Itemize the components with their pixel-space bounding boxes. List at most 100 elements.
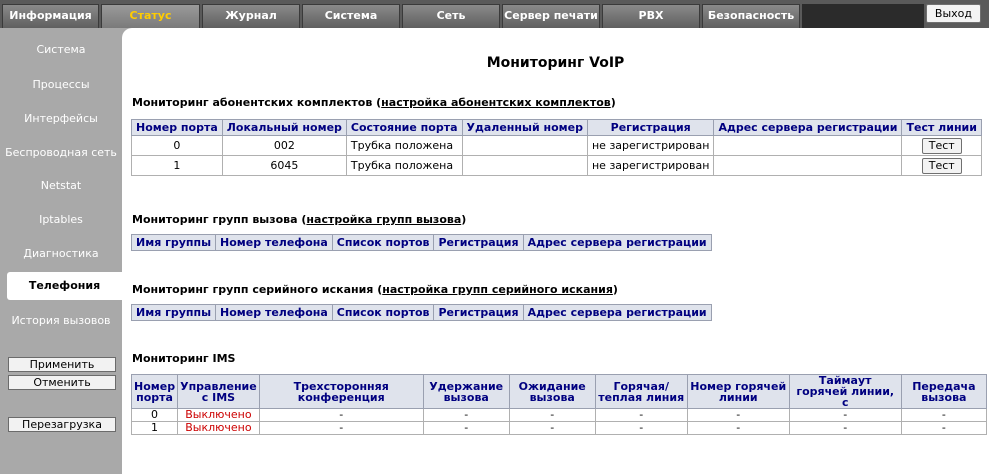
col-port-list: Список портов — [331, 304, 435, 321]
table-header-row: Имя группы Номер телефона Список портов … — [130, 234, 712, 251]
cell-port: 0 — [130, 408, 179, 422]
call-groups-section-title: Мониторинг групп вызова (настройка групп… — [132, 213, 466, 226]
cell-hotline-number: - — [686, 408, 790, 422]
call-groups-settings-link[interactable]: настройка групп вызова — [306, 213, 461, 226]
cell-hotline-timeout: - — [788, 408, 902, 422]
cell-state: Трубка положена — [345, 135, 463, 156]
sidebar-item-telephony[interactable]: Телефония — [7, 272, 122, 300]
cell-remote — [461, 155, 588, 176]
cell-transfer: - — [900, 408, 988, 422]
tab-pbx[interactable]: PBX — [602, 4, 700, 28]
col-group-name: Имя группы — [130, 304, 217, 321]
cell-remote — [461, 135, 588, 156]
col-group-name: Имя группы — [130, 234, 217, 251]
test-line-button[interactable]: Тест — [921, 137, 962, 154]
reboot-button[interactable]: Перезагрузка — [8, 417, 116, 432]
tab-status[interactable]: Статус — [101, 4, 200, 28]
col-three-way-conference: Трехсторонняя конференция — [258, 374, 424, 409]
ims-table: Номер порта Управление с IMS Трехсторонн… — [130, 374, 988, 435]
cancel-button[interactable]: Отменить — [8, 375, 116, 390]
col-call-hold: Удержание вызова — [422, 374, 510, 409]
cell-test: Тест — [901, 155, 982, 176]
col-phone-number: Номер телефона — [215, 304, 333, 321]
cell-hotline: - — [594, 421, 688, 435]
tab-system[interactable]: Система — [302, 4, 400, 28]
cell-test: Тест — [901, 135, 982, 156]
call-groups-title-suffix: ) — [461, 213, 467, 226]
col-reg-server: Адрес сервера регистрации — [713, 119, 903, 136]
col-registration: Регистрация — [586, 119, 715, 136]
col-port-number: Номер порта — [131, 119, 223, 136]
col-reg-server: Адрес сервера регистрации — [522, 304, 712, 321]
col-phone-number: Номер телефона — [215, 234, 333, 251]
col-hotline-number: Номер горячей линии — [686, 374, 790, 409]
col-call-transfer: Передача вызова — [900, 374, 988, 409]
sidebar-item-netstat[interactable]: Netstat — [0, 172, 122, 200]
apply-button[interactable]: Применить — [8, 357, 116, 372]
subscriber-section-title: Мониторинг абонентских комплектов (настр… — [132, 96, 616, 109]
table-row: 1 Выключено - - - - - - - — [130, 421, 988, 435]
top-navigation: Информация Статус Журнал Система Сеть Се… — [0, 0, 989, 28]
call-groups-title-prefix: Мониторинг групп вызова ( — [132, 213, 307, 226]
cell-port: 0 — [131, 135, 223, 156]
cell-registration: не зарегистрирован — [586, 135, 715, 156]
call-groups-table: Имя группы Номер телефона Список портов … — [130, 234, 712, 251]
subscriber-settings-link[interactable]: настройка абонентских комплектов — [381, 96, 611, 109]
cell-server — [713, 135, 903, 156]
tab-log[interactable]: Журнал — [202, 4, 300, 28]
cell-three-way: - — [258, 421, 424, 435]
col-registration: Регистрация — [433, 304, 524, 321]
main-content: Мониторинг VoIP Мониторинг абонентских к… — [122, 28, 989, 474]
col-port-number: Номер порта — [130, 374, 179, 409]
tab-print-server[interactable]: Сервер печати — [502, 4, 600, 28]
subscriber-title-prefix: Мониторинг абонентских комплектов ( — [132, 96, 382, 109]
cell-ims-control: Выключено — [177, 421, 260, 435]
sidebar-item-processes[interactable]: Процессы — [0, 71, 122, 99]
col-port-list: Список портов — [331, 234, 435, 251]
sidebar-item-wireless[interactable]: Беспроводная сеть — [0, 139, 122, 167]
logout-button[interactable]: Выход — [925, 4, 981, 23]
hunt-groups-table: Имя группы Номер телефона Список портов … — [130, 304, 712, 321]
cell-port: 1 — [131, 155, 223, 176]
col-hotline-timeout: Таймаут горячей линии, с — [788, 374, 902, 409]
ims-section-title: Мониторинг IMS — [132, 352, 236, 365]
cell-waiting: - — [508, 421, 596, 435]
col-local-number: Локальный номер — [221, 119, 347, 136]
table-row: 0 Выключено - - - - - - - — [130, 408, 988, 422]
cell-server — [713, 155, 903, 176]
tab-info[interactable]: Информация — [2, 4, 99, 28]
sidebar-item-system[interactable]: Система — [0, 36, 122, 64]
cell-hold: - — [422, 421, 510, 435]
cell-hold: - — [422, 408, 510, 422]
table-header-row: Имя группы Номер телефона Список портов … — [130, 304, 712, 321]
col-port-state: Состояние порта — [345, 119, 463, 136]
table-header-row: Номер порта Управление с IMS Трехсторонн… — [130, 374, 988, 409]
topbar-spacer — [802, 4, 924, 28]
sidebar-item-diagnostics[interactable]: Диагностика — [0, 240, 122, 268]
col-reg-server: Адрес сервера регистрации — [522, 234, 712, 251]
tab-network[interactable]: Сеть — [402, 4, 500, 28]
subscriber-title-suffix: ) — [610, 96, 616, 109]
cell-registration: не зарегистрирован — [586, 155, 715, 176]
cell-waiting: - — [508, 408, 596, 422]
sidebar-item-iptables[interactable]: Iptables — [0, 206, 122, 234]
col-registration: Регистрация — [433, 234, 524, 251]
cell-ims-control: Выключено — [177, 408, 260, 422]
sidebar-item-interfaces[interactable]: Интерфейсы — [0, 105, 122, 133]
col-remote-number: Удаленный номер — [461, 119, 588, 136]
cell-local: 6045 — [221, 155, 347, 176]
test-line-button[interactable]: Тест — [921, 157, 962, 174]
col-line-test: Тест линии — [901, 119, 982, 136]
cell-three-way: - — [258, 408, 424, 422]
hunt-groups-settings-link[interactable]: настройка групп серийного искания — [382, 283, 613, 296]
tab-security[interactable]: Безопасность — [702, 4, 800, 28]
cell-local: 002 — [221, 135, 347, 156]
col-call-waiting: Ожидание вызова — [508, 374, 596, 409]
col-hotline: Горячая/теплая линия — [594, 374, 688, 409]
table-row: 0 002 Трубка положена не зарегистрирован… — [131, 135, 982, 156]
cell-hotline-timeout: - — [788, 421, 902, 435]
sidebar-item-call-history[interactable]: История вызовов — [0, 307, 122, 335]
hunt-groups-title-prefix: Мониторинг групп серийного искания ( — [132, 283, 383, 296]
cell-hotline: - — [594, 408, 688, 422]
cell-transfer: - — [900, 421, 988, 435]
